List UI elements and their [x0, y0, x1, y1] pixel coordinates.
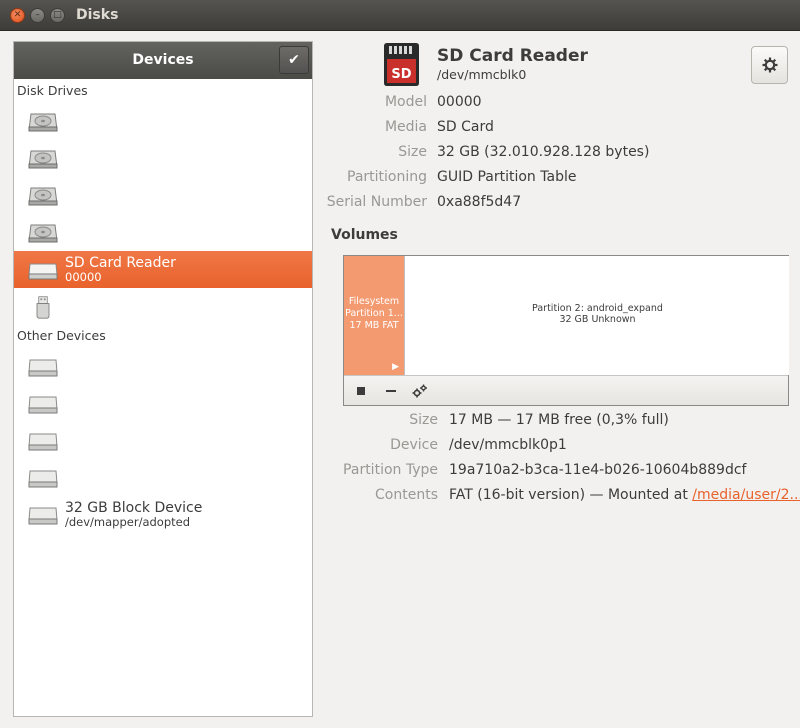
property-key: Model: [384, 94, 427, 110]
device-subtitle: /dev/mapper/adopted: [65, 514, 191, 529]
sd-card-icon-label: SD: [391, 67, 411, 82]
drive-settings-button[interactable]: [751, 46, 788, 84]
device-title: SD Card Reader: [437, 46, 588, 66]
gears-icon: [412, 384, 427, 398]
section-label-disk-drives: Disk Drives: [17, 83, 88, 98]
device-row-block-4[interactable]: [14, 459, 312, 496]
property-key: Device: [390, 437, 438, 453]
hard-disk-icon: [28, 224, 58, 242]
device-row-disk-2[interactable]: [14, 140, 312, 177]
device-text: SD Card Reader 00000: [65, 256, 176, 284]
select-mode-button[interactable]: ✔: [279, 46, 309, 74]
device-row-sd-card-reader[interactable]: SD Card Reader 00000: [14, 251, 312, 288]
block-device-icon: [28, 396, 58, 413]
close-icon: ✕: [13, 10, 22, 20]
partition-2-block[interactable]: Partition 2: android_expand 32 GB Unknow…: [404, 256, 789, 375]
property-key: Partitioning: [347, 169, 427, 185]
device-row-disk-1[interactable]: [14, 103, 312, 140]
devices-header: Devices ✔: [14, 42, 312, 79]
partition-2-line: Partition 2: android_expand: [532, 303, 663, 314]
usb-stick-icon: [36, 295, 50, 319]
property-value: /dev/mmcblk0p1: [449, 437, 567, 453]
device-subtitle: 00000: [65, 269, 102, 284]
block-device-icon: [28, 507, 58, 524]
volumes-map: Filesystem Partition 1... 17 MB FAT ▶ Pa…: [343, 255, 789, 406]
property-key: Contents: [375, 487, 438, 503]
property-key: Size: [398, 144, 427, 160]
partition-1-labels: Filesystem Partition 1... 17 MB FAT: [344, 296, 404, 332]
window-minimize-button[interactable]: –: [30, 8, 45, 23]
property-value: 17 MB — 17 MB free (0,3% full): [449, 412, 669, 428]
property-value: 19a710a2-b3ca-11e4-b026-10604b889dcf: [449, 462, 747, 478]
minus-icon: [386, 390, 396, 392]
window-maximize-button[interactable]: □: [50, 8, 65, 23]
mount-point-link[interactable]: /media/user/2...: [692, 487, 800, 503]
window-close-button[interactable]: ✕: [10, 8, 25, 23]
block-device-icon: [28, 433, 58, 450]
devices-header-label: Devices: [132, 52, 194, 68]
property-key: Partition Type: [343, 462, 438, 478]
removable-drive-icon: [28, 263, 58, 279]
partition-2-labels: Partition 2: android_expand 32 GB Unknow…: [405, 303, 790, 325]
property-value: 00000: [437, 94, 482, 110]
partition-1-line: 17 MB FAT: [349, 320, 399, 331]
delete-partition-button[interactable]: [382, 382, 400, 400]
device-row-disk-4[interactable]: [14, 214, 312, 251]
contents-value: FAT (16-bit version) — Mounted at /media…: [449, 487, 800, 503]
mounted-indicator-icon: ▶: [392, 362, 399, 372]
device-row-usb[interactable]: [14, 288, 312, 325]
property-key: Serial Number: [326, 194, 427, 210]
volume-toolbar: [344, 375, 788, 405]
device-text: 32 GB Block Device /dev/mapper/adopted: [65, 501, 202, 529]
stop-icon: [357, 387, 365, 395]
device-row-block-1[interactable]: [14, 348, 312, 385]
property-key: Media: [384, 119, 427, 135]
block-device-icon: [28, 359, 58, 376]
volumes-heading: Volumes: [331, 227, 398, 243]
window-title: Disks: [76, 7, 119, 23]
maximize-icon: □: [53, 10, 62, 20]
checkmark-icon: ✔: [288, 52, 300, 68]
section-label-other-devices: Other Devices: [17, 328, 106, 343]
property-value: GUID Partition Table: [437, 169, 577, 185]
hard-disk-icon: [28, 187, 58, 205]
device-row-block-3[interactable]: [14, 422, 312, 459]
partition-1-block[interactable]: Filesystem Partition 1... 17 MB FAT ▶: [344, 256, 404, 375]
device-name: 32 GB Block Device: [65, 499, 203, 516]
device-row-disk-3[interactable]: [14, 177, 312, 214]
partition-settings-button[interactable]: [411, 382, 429, 400]
gear-icon: [762, 57, 777, 73]
block-device-icon: [28, 470, 58, 487]
hard-disk-icon: [28, 150, 58, 168]
property-value: SD Card: [437, 119, 494, 135]
device-row-block-device-32gb[interactable]: 32 GB Block Device /dev/mapper/adopted: [14, 496, 312, 533]
partition-1-line: Filesystem: [348, 296, 400, 307]
partition-2-line: 32 GB Unknown: [559, 314, 636, 325]
sd-card-icon: SD: [384, 43, 419, 86]
property-value: 32 GB (32.010.928.128 bytes): [437, 144, 650, 160]
devices-sidebar: Devices ✔ Disk Drives SD Card Reader 000…: [13, 41, 313, 717]
hard-disk-icon: [28, 113, 58, 131]
window-titlebar: ✕ – □ Disks: [0, 0, 800, 31]
device-row-block-2[interactable]: [14, 385, 312, 422]
device-name: SD Card Reader: [65, 254, 176, 271]
partition-1-line: Partition 1...: [345, 308, 403, 319]
property-key: Size: [409, 412, 438, 428]
unmount-button[interactable]: [352, 382, 370, 400]
minimize-icon: –: [35, 10, 40, 20]
property-value: 0xa88f5d47: [437, 194, 522, 210]
device-path: /dev/mmcblk0: [437, 67, 527, 82]
contents-text: FAT (16-bit version) — Mounted at: [449, 487, 693, 503]
